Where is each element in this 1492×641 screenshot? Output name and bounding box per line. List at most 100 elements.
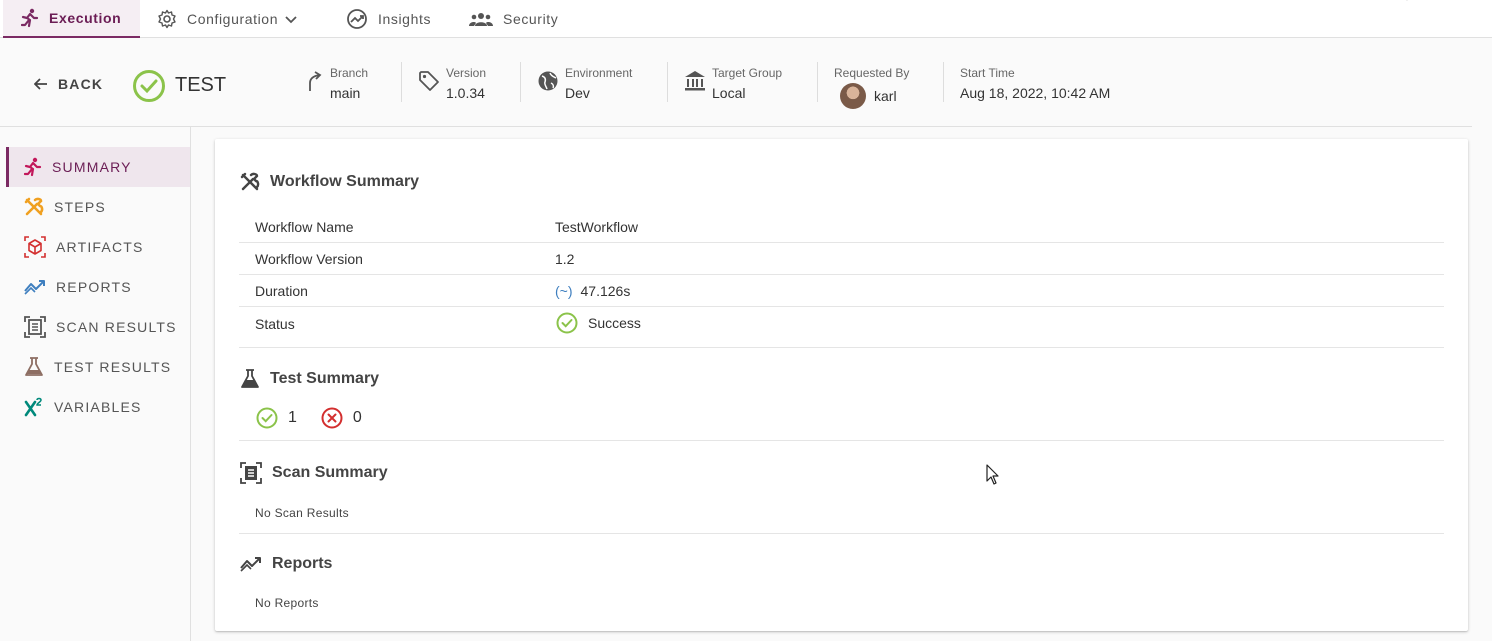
tab-insights[interactable]: Insights: [346, 0, 431, 38]
start-time-value: Aug 18, 2022, 10:42 AM: [960, 85, 1111, 101]
globe-icon: [538, 71, 558, 91]
branch-label: Branch: [330, 66, 369, 80]
flask-icon: [241, 369, 259, 388]
row-key: Duration: [255, 283, 308, 299]
trend-icon: [240, 557, 261, 572]
tools-icon: [24, 197, 44, 216]
avatar: [840, 83, 866, 109]
execution-header: BACK TEST Branch main Version 1.0.34 Env…: [0, 38, 1472, 127]
insights-icon: [347, 9, 367, 29]
table-row: Workflow Version 1.2: [239, 243, 1444, 275]
tab-execution[interactable]: Execution: [3, 0, 140, 38]
sidebar-item-label: SUMMARY: [52, 159, 132, 175]
flask-icon: [25, 357, 43, 376]
execution-name: TEST: [175, 74, 227, 96]
row-value: 1.2: [555, 251, 575, 267]
branch-icon: [309, 71, 322, 91]
sidebar-item-summary[interactable]: SUMMARY: [6, 147, 190, 187]
scan-summary-heading: Scan Summary: [240, 462, 388, 484]
environment-info: Environment Dev: [537, 62, 632, 102]
target-group-info: Target Group Local: [684, 62, 782, 102]
environment-value: Dev: [565, 85, 590, 101]
sidebar-item-artifacts[interactable]: ARTIFACTS: [6, 227, 190, 267]
reports-empty-text: No Reports: [255, 596, 319, 610]
status-value-cell: Success: [555, 312, 641, 334]
row-key: Status: [255, 316, 295, 332]
package-icon: [24, 236, 46, 258]
environment-label: Environment: [565, 66, 633, 80]
divider: [817, 62, 818, 102]
close-icon[interactable]: [1400, 0, 1414, 4]
tab-configuration[interactable]: Configuration: [157, 0, 298, 38]
table-row: Workflow Name TestWorkflow: [239, 211, 1444, 243]
target-group-value: Local: [712, 85, 746, 101]
tab-label: Execution: [49, 10, 122, 26]
sidebar-item-label: ARTIFACTS: [56, 239, 144, 255]
back-label: BACK: [58, 76, 104, 92]
divider: [667, 62, 668, 102]
test-summary-heading: Test Summary: [240, 369, 379, 389]
tag-icon: [419, 71, 439, 91]
sidebar-item-label: VARIABLES: [54, 399, 142, 415]
section-divider: [239, 533, 1444, 534]
row-value: 47.126s: [580, 283, 631, 299]
branch-info: Branch main: [306, 62, 368, 102]
chevron-down-icon: [285, 16, 297, 24]
row-value: TestWorkflow: [555, 219, 638, 235]
sidebar-item-label: SCAN RESULTS: [56, 319, 177, 335]
sidebar-item-variables[interactable]: VARIABLES: [6, 387, 190, 427]
group-icon: [469, 13, 493, 26]
sidebar-item-label: REPORTS: [56, 279, 132, 295]
requested-by-value: karl: [874, 88, 897, 104]
tools-icon: [240, 172, 260, 191]
failed-x-icon: [321, 407, 343, 429]
sidebar-item-reports[interactable]: REPORTS: [6, 267, 190, 307]
mouse-cursor-icon: [986, 464, 999, 485]
tab-label: Insights: [378, 11, 432, 27]
version-value: 1.0.34: [446, 85, 485, 101]
gear-icon: [158, 9, 176, 29]
section-divider: [239, 440, 1444, 441]
summary-card: Workflow Summary Workflow Name TestWorkf…: [215, 139, 1468, 631]
scan-icon: [240, 462, 262, 484]
sidebar: SUMMARY STEPS ARTIFACTS REPORTS SCAN RES…: [0, 127, 191, 641]
success-check-icon: [133, 70, 165, 102]
divider: [401, 62, 402, 102]
section-title: Workflow Summary: [270, 173, 420, 190]
tab-security[interactable]: Security: [469, 0, 558, 38]
divider: [520, 62, 521, 102]
target-group-label: Target Group: [712, 66, 783, 80]
trend-icon: [24, 280, 45, 295]
sidebar-item-scan-results[interactable]: SCAN RESULTS: [6, 307, 190, 347]
version-label: Version: [446, 66, 487, 80]
requested-by-info: Requested By karl: [834, 62, 909, 109]
duration-approx-icon: (~): [555, 283, 573, 299]
status-value: Success: [588, 315, 641, 331]
scan-empty-text: No Scan Results: [255, 506, 349, 520]
top-navigation: Execution Configuration Insights Securit…: [0, 0, 1492, 38]
row-key: Workflow Version: [255, 251, 363, 267]
workflow-summary-heading: Workflow Summary: [240, 172, 419, 192]
section-title: Test Summary: [270, 370, 380, 387]
success-check-icon: [556, 312, 578, 334]
tab-label: Configuration: [187, 11, 279, 27]
start-time-info: Start Time Aug 18, 2022, 10:42 AM: [960, 62, 1110, 102]
tab-label: Security: [503, 11, 559, 27]
scan-icon: [24, 316, 46, 338]
failed-count: 0: [352, 409, 362, 426]
run-icon: [21, 8, 39, 28]
section-title: Scan Summary: [272, 464, 388, 481]
version-info: Version 1.0.34: [418, 62, 486, 102]
sidebar-item-label: STEPS: [54, 199, 106, 215]
back-button[interactable]: BACK: [34, 76, 103, 92]
sidebar-item-steps[interactable]: STEPS: [6, 187, 190, 227]
duration-value-cell: (~) 47.126s: [555, 283, 630, 299]
start-time-label: Start Time: [960, 66, 1015, 80]
run-icon: [24, 157, 42, 177]
bank-icon: [685, 71, 705, 91]
reports-heading: Reports: [240, 555, 332, 573]
sidebar-item-test-results[interactable]: TEST RESULTS: [6, 347, 190, 387]
section-title: Reports: [272, 555, 333, 572]
sidebar-item-label: TEST RESULTS: [54, 359, 172, 375]
arrow-left-icon: [34, 78, 47, 90]
